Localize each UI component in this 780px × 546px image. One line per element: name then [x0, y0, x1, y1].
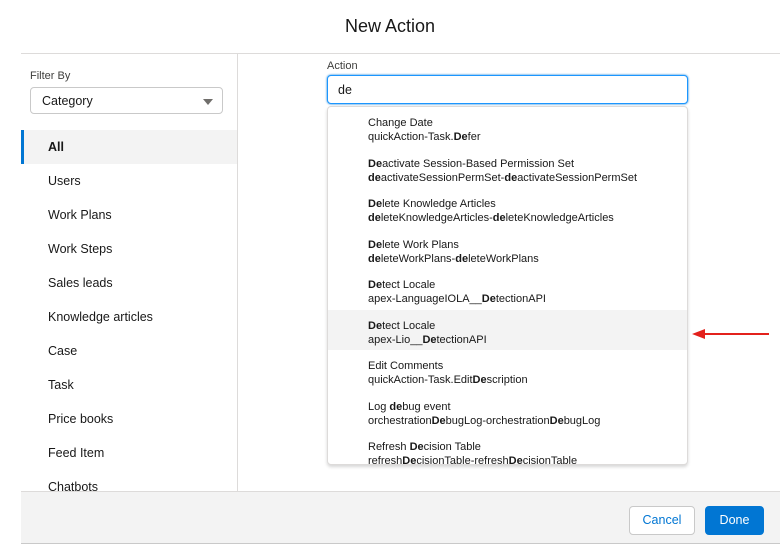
sidebar-item-price-books[interactable]: Price books — [21, 402, 237, 436]
action-option-api-name: deleteKnowledgeArticles-deleteKnowledgeA… — [368, 212, 614, 224]
done-button[interactable]: Done — [705, 506, 764, 535]
action-option-api-name: deactivateSessionPermSet-deactivateSessi… — [368, 171, 638, 184]
action-option-api-name: orchestrationDebugLog-orchestrationDebug… — [368, 414, 601, 427]
action-option[interactable]: Detect Locale apex-Lio__DetectionAPI — [328, 309, 687, 350]
action-option-api-name: refreshDecisionTable-refreshDecisionTabl… — [368, 455, 578, 465]
sidebar-item-label: Chatbots — [48, 480, 99, 491]
sidebar-item-chatbots[interactable]: Chatbots — [21, 470, 237, 491]
sidebar-item-label: Sales leads — [48, 276, 113, 290]
sidebar-item-label: Users — [48, 174, 81, 188]
action-option[interactable]: Log debug event orchestrationDebugLog-orc… — [328, 391, 687, 432]
action-option[interactable]: Edit Comments quickAction-Task.EditDescri… — [328, 350, 687, 391]
red-arrow-icon — [692, 329, 769, 339]
action-option-title: Deactivate Session-Based Permission Set — [368, 157, 575, 170]
action-option-api-name: apex-Lio__DetectionAPI — [368, 333, 487, 346]
filter-by-label: Filter By — [30, 70, 71, 82]
chevron-down-icon — [203, 99, 213, 105]
action-option-title: Log debug event — [368, 400, 451, 413]
action-option-title: Edit Comments — [368, 360, 444, 372]
sidebar-item-label: Task — [48, 378, 74, 392]
sidebar-item-label: Case — [48, 344, 78, 358]
action-option-api-name: deleteWorkPlans-deleteWorkPlans — [368, 252, 539, 265]
action-option[interactable]: Refresh Decision Table refreshDecisionTab… — [328, 431, 687, 465]
category-nav: All Users Work Plans Work Steps Sales leads K… — [21, 130, 237, 491]
action-option-title: Delete Work Plans — [368, 238, 459, 251]
action-option[interactable]: Delete Work Plans deleteWorkPlans-deleteW… — [328, 229, 687, 270]
action-option[interactable]: Detect Locale apex-LanguageIOLA__Detectio… — [328, 269, 687, 310]
action-label: Action — [327, 60, 358, 72]
sidebar-item-label: Feed Item — [48, 446, 105, 460]
sidebar-item-case[interactable]: Case — [21, 334, 237, 368]
action-option-title: Detect Locale — [368, 319, 436, 332]
sidebar: Filter By Category All Users Work Plans Wor… — [21, 54, 238, 491]
sidebar-item-label: Work Plans — [48, 208, 112, 222]
action-option-title: Refresh Decision Table — [368, 441, 481, 453]
sidebar-item-knowledge-articles[interactable]: Knowledge articles — [21, 300, 237, 334]
cancel-button[interactable]: Cancel — [629, 506, 695, 535]
action-option[interactable]: Change Date quickAction-Task.Defer — [328, 107, 687, 148]
action-results-dropdown: Change Date quickAction-Task.Defer Deactiv… — [327, 106, 688, 465]
filter-select-value: Category — [42, 94, 93, 108]
sidebar-item-sales-leads[interactable]: Sales leads — [21, 266, 237, 300]
sidebar-item-label: All — [48, 140, 64, 154]
action-option[interactable]: Deactivate Session-Based Permission Set d… — [328, 148, 687, 189]
sidebar-item-label: Knowledge articles — [48, 310, 153, 324]
modal-title: New Action — [344, 16, 436, 36]
sidebar-item-all[interactable]: All — [21, 130, 237, 164]
action-option-title: Delete Knowledge Articles — [368, 198, 496, 210]
action-search-input[interactable] — [327, 75, 688, 104]
sidebar-item-work-steps[interactable]: Work Steps — [21, 232, 237, 266]
action-option-api-name: quickAction-Task.Defer — [368, 131, 481, 143]
sidebar-item-work-plans[interactable]: Work Plans — [21, 198, 237, 232]
action-option[interactable]: Delete Knowledge Articles deleteKnowledge… — [328, 188, 687, 229]
sidebar-item-label: Work Steps — [48, 242, 113, 256]
action-option-api-name: quickAction-Task.EditDescription — [368, 374, 528, 386]
action-option-title: Change Date — [368, 117, 433, 129]
sidebar-item-task[interactable]: Task — [21, 368, 237, 402]
footer-divider — [21, 543, 780, 544]
sidebar-item-feed-item[interactable]: Feed Item — [21, 436, 237, 470]
sidebar-item-users[interactable]: Users — [21, 164, 237, 198]
action-option-title: Detect Locale — [368, 279, 436, 291]
filter-category-select[interactable]: Category — [30, 87, 223, 114]
action-option-api-name: apex-LanguageIOLA__DetectionAPI — [368, 293, 546, 305]
modal-footer: Cancel Done — [21, 491, 780, 543]
sidebar-item-label: Price books — [48, 412, 114, 426]
